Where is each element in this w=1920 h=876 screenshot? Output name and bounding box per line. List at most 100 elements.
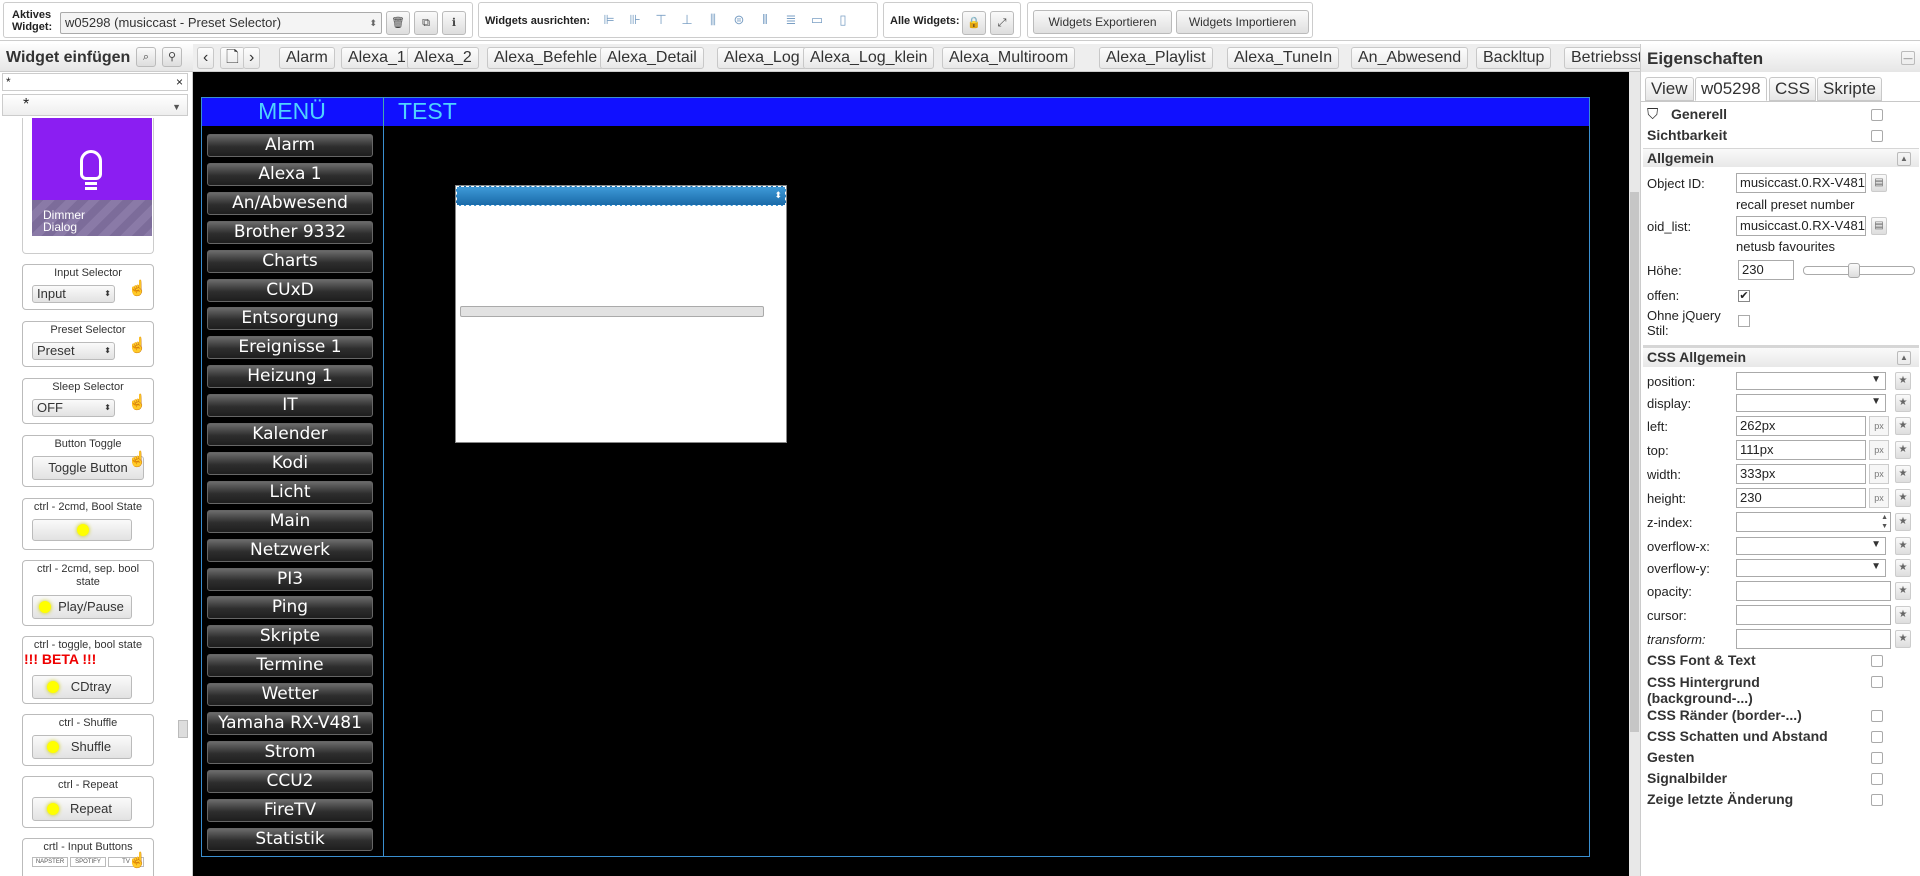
section-generell[interactable]: ⛉ Generell bbox=[1643, 105, 1919, 124]
chevron-up-icon[interactable]: ▲ bbox=[1897, 351, 1911, 365]
import-widgets-button[interactable]: Widgets Importieren bbox=[1176, 10, 1309, 34]
menu-button[interactable]: Charts bbox=[207, 249, 373, 273]
tab-scroll-left[interactable]: ‹ bbox=[197, 47, 215, 69]
css-opacity-star[interactable]: ★ bbox=[1895, 582, 1911, 600]
widget-card-2cmd-sep-bool[interactable]: ctrl - 2cmd, sep. bool state Play/Pause bbox=[22, 560, 154, 626]
ohne-jquery-checkbox[interactable] bbox=[1738, 315, 1750, 327]
menu-button[interactable]: Statistik bbox=[207, 827, 373, 851]
menu-button[interactable]: An/Abwesend bbox=[207, 191, 373, 215]
unlock-all-button[interactable]: ⤢ bbox=[990, 11, 1014, 35]
section-signalbilder[interactable]: Signalbilder bbox=[1643, 769, 1919, 788]
menu-button[interactable]: Ping bbox=[207, 596, 373, 620]
active-widget-select[interactable]: w05298 (musiccast - Preset Selector) ⬍ bbox=[60, 12, 382, 34]
css-left-input[interactable]: 262px bbox=[1736, 416, 1866, 436]
object-id-input[interactable]: musiccast.0.RX-V481 bbox=[1736, 173, 1866, 193]
tab-view-6[interactable]: Alexa_Log_klein bbox=[803, 47, 935, 69]
css-left-unit[interactable]: px bbox=[1869, 416, 1889, 436]
tab-new-view[interactable]: 🗋 bbox=[220, 47, 245, 69]
collapse-panel-icon[interactable]: — bbox=[1901, 51, 1915, 65]
section-checkbox[interactable] bbox=[1871, 130, 1883, 142]
menu-button[interactable]: Main bbox=[207, 509, 373, 533]
css-height-input[interactable]: 230 bbox=[1736, 488, 1866, 508]
menu-button[interactable]: CCU2 bbox=[207, 769, 373, 793]
tab-view-10[interactable]: An_Abwesend bbox=[1351, 47, 1469, 69]
menu-button[interactable]: Kodi bbox=[207, 451, 373, 475]
menu-button[interactable]: Ereignisse 1 bbox=[207, 336, 373, 360]
distribute-v-icon[interactable]: ≣ bbox=[783, 12, 799, 28]
menu-button[interactable]: PI3 bbox=[207, 567, 373, 591]
editor-canvas[interactable] bbox=[193, 72, 1640, 876]
align-top-icon[interactable]: ⊤ bbox=[653, 12, 669, 28]
clear-filter-icon[interactable]: × bbox=[176, 74, 183, 90]
widget-card-toggle-bool[interactable]: ctrl - toggle, bool state !!! BETA !!! C… bbox=[22, 636, 154, 704]
info-widget-button[interactable]: ℹ bbox=[442, 11, 466, 35]
tab-css[interactable]: CSS bbox=[1769, 77, 1816, 101]
tab-widget[interactable]: w05298 bbox=[1695, 77, 1767, 101]
object-id-browse-button[interactable]: ▤ bbox=[1871, 174, 1887, 192]
css-overflowx-select[interactable]: ▼ bbox=[1736, 537, 1886, 555]
search-icon[interactable]: ⌕ bbox=[136, 47, 156, 67]
section-checkbox[interactable] bbox=[1871, 731, 1883, 743]
section-letzte-aenderung[interactable]: Zeige letzte Änderung bbox=[1643, 790, 1919, 809]
menu-button[interactable]: Entsorgung bbox=[207, 307, 373, 331]
menu-button[interactable]: Alarm bbox=[207, 134, 373, 157]
align-left-icon[interactable]: ⊫ bbox=[601, 12, 617, 28]
tab-view-12[interactable]: Betriebsstunde bbox=[1564, 47, 1640, 69]
copy-widget-button[interactable]: ⧉ bbox=[414, 11, 438, 35]
section-sichtbarkeit[interactable]: Sichtbarkeit bbox=[1643, 126, 1919, 145]
widget-card-sleep-selector[interactable]: Sleep Selector OFF ⬍ ☝ bbox=[22, 378, 154, 424]
tab-view-4[interactable]: Alexa_Detail bbox=[600, 47, 704, 69]
tab-view-8[interactable]: Alexa_Playlist bbox=[1099, 47, 1213, 69]
menu-button[interactable]: Heizung 1 bbox=[207, 365, 373, 389]
css-height-star[interactable]: ★ bbox=[1895, 489, 1911, 507]
tab-view-11[interactable]: Backltup bbox=[1476, 47, 1552, 69]
section-checkbox[interactable] bbox=[1871, 752, 1883, 764]
menu-button[interactable]: Netzwerk bbox=[207, 538, 373, 562]
tab-scripts[interactable]: Skripte bbox=[1817, 77, 1882, 101]
widget-card-2cmd-bool[interactable]: ctrl - 2cmd, Bool State bbox=[22, 498, 154, 550]
align-center-v-icon[interactable]: ⊜ bbox=[731, 12, 747, 28]
section-checkbox[interactable] bbox=[1871, 676, 1883, 688]
hoehe-slider[interactable] bbox=[1803, 263, 1915, 278]
lock-all-button[interactable]: 🔒 bbox=[962, 11, 986, 35]
css-display-select[interactable]: ▼ bbox=[1736, 394, 1886, 412]
css-top-unit[interactable]: px bbox=[1869, 440, 1889, 460]
menu-button[interactable]: Strom bbox=[207, 740, 373, 764]
tab-view-1[interactable]: Alexa_1 bbox=[341, 47, 413, 69]
widget-card-button-toggle[interactable]: Button Toggle Toggle Button ☝ bbox=[22, 435, 154, 487]
align-right-icon[interactable]: ⊪ bbox=[627, 12, 643, 28]
chevron-up-icon[interactable]: ▲ bbox=[1897, 152, 1911, 166]
selected-preset-selector-widget[interactable]: ⬍ bbox=[455, 185, 787, 443]
same-height-icon[interactable]: ▯ bbox=[835, 12, 851, 28]
section-gesten[interactable]: Gesten bbox=[1643, 748, 1919, 767]
tab-view-3[interactable]: Alexa_Befehle bbox=[487, 47, 605, 69]
css-overflowy-star[interactable]: ★ bbox=[1895, 559, 1911, 577]
section-css-background[interactable]: CSS Hintergrund (background-...) bbox=[1643, 672, 1919, 706]
preset-list-item[interactable] bbox=[460, 306, 764, 317]
section-checkbox[interactable] bbox=[1871, 109, 1883, 121]
css-zindex-input[interactable]: ▲ ▼ bbox=[1736, 512, 1891, 532]
widget-set-select[interactable]: * ▼ bbox=[2, 94, 188, 116]
tab-view[interactable]: View bbox=[1645, 77, 1694, 101]
widget-card-input-buttons[interactable]: crtl - Input Buttons NAPSTER SPOTIFY TV … bbox=[22, 838, 154, 876]
same-width-icon[interactable]: ▭ bbox=[809, 12, 825, 28]
preset-select-header[interactable]: ⬍ bbox=[456, 186, 786, 206]
oid-list-input[interactable]: musiccast.0.RX-V481 bbox=[1736, 216, 1866, 236]
css-width-unit[interactable]: px bbox=[1869, 464, 1889, 484]
section-css-allgemein[interactable]: CSS Allgemein ▲ bbox=[1643, 345, 1919, 367]
pin-icon[interactable]: ⚲ bbox=[162, 47, 182, 67]
menu-button[interactable]: Kalender bbox=[207, 423, 373, 446]
align-center-h-icon[interactable]: ⫼ bbox=[705, 12, 721, 28]
css-position-star[interactable]: ★ bbox=[1895, 372, 1911, 390]
section-checkbox[interactable] bbox=[1871, 655, 1883, 667]
css-overflowy-select[interactable]: ▼ bbox=[1736, 559, 1886, 577]
widget-card-shuffle[interactable]: ctrl - Shuffle Shuffle bbox=[22, 714, 154, 766]
css-width-star[interactable]: ★ bbox=[1895, 465, 1911, 483]
widget-list[interactable]: Dimmer Dialog Input Selector Input ⬍ ☝ Pr… bbox=[0, 118, 193, 876]
css-position-select[interactable]: ▼ bbox=[1736, 372, 1886, 390]
export-widgets-button[interactable]: Widgets Exportieren bbox=[1033, 10, 1172, 34]
offen-checkbox[interactable]: ✔ bbox=[1738, 290, 1750, 302]
section-allgemein[interactable]: Allgemein ▲ bbox=[1643, 148, 1919, 167]
css-left-star[interactable]: ★ bbox=[1895, 417, 1911, 435]
delete-widget-button[interactable]: 🗑 bbox=[386, 11, 410, 35]
